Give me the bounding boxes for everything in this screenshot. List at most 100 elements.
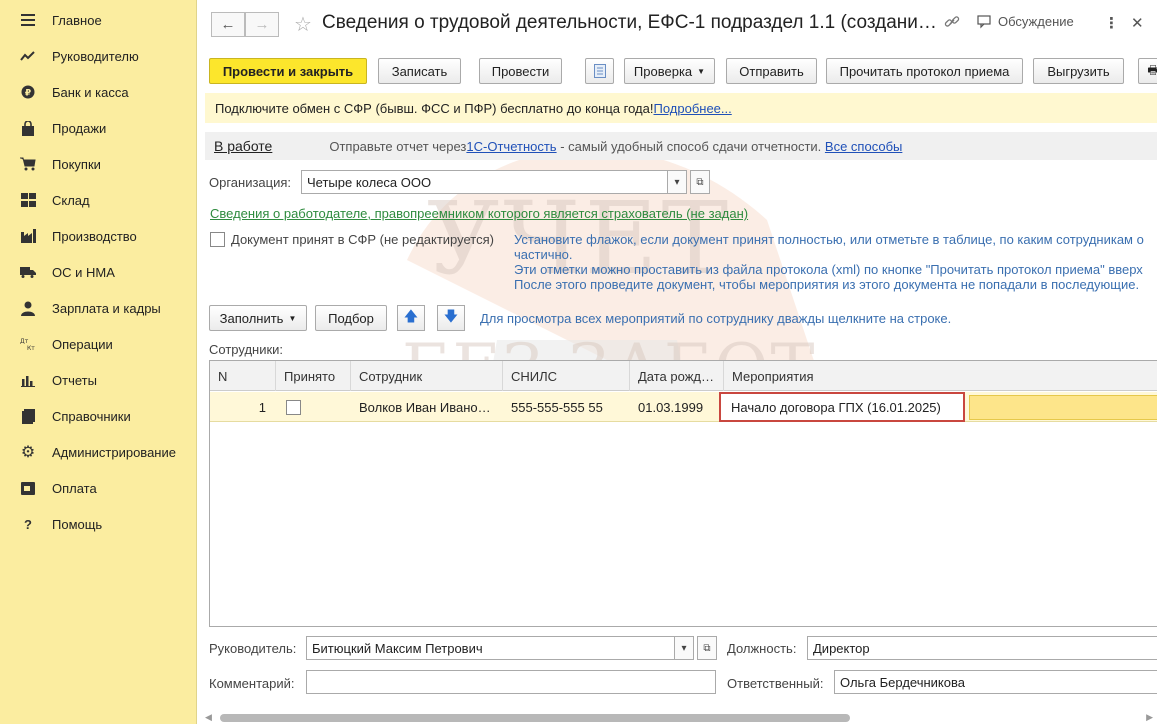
help-icon: ? [24, 516, 32, 532]
arrow-right-icon: → [254, 16, 270, 33]
more-icon[interactable]: ⋮ [1104, 14, 1119, 32]
sidebar-item-purchases[interactable]: Покупки [0, 149, 196, 179]
sidebar-item-main[interactable]: Главное [0, 5, 196, 35]
instruction-line: Установите флажок, если документ принят … [514, 232, 1144, 247]
cell-accepted [276, 392, 351, 422]
employees-table[interactable]: N Принято Сотрудник СНИЛС Дата рожд… Мер… [209, 360, 1157, 627]
sidebar-item-manager[interactable]: Руководителю [0, 41, 196, 71]
head-open-button[interactable]: ⧉ [697, 636, 717, 660]
document-status-link[interactable]: В работе [214, 138, 272, 154]
post-button[interactable]: Провести [479, 58, 562, 84]
comment-field[interactable] [306, 670, 716, 694]
position-label: Должность: [727, 641, 797, 656]
cell-birthdate: 01.03.1999 [638, 399, 704, 415]
forward-button[interactable]: → [245, 12, 279, 37]
scrollbar-thumb[interactable] [220, 714, 850, 722]
cell-employee[interactable]: Волков Иван Ивано… [351, 392, 503, 422]
responsible-field[interactable]: Ольга Бердечникова [834, 670, 1157, 694]
printer-button[interactable]: 🖶 [1138, 58, 1157, 84]
reporting-link[interactable]: 1С-Отчетность [466, 139, 556, 154]
column-header-n[interactable]: N [210, 361, 276, 391]
sidebar-item-bank[interactable]: ₽ Банк и касса [0, 77, 196, 107]
organization-dropdown[interactable]: ▾ [667, 170, 687, 194]
promo-text: Подключите обмен с СФР (бывш. ФСС и ПФР)… [215, 100, 654, 116]
organization-field[interactable]: Четыре колеса ООО [301, 170, 668, 194]
head-label: Руководитель: [209, 641, 297, 656]
close-icon[interactable]: ✕ [1131, 14, 1144, 32]
column-header-birthdate[interactable]: Дата рожд… [630, 361, 724, 391]
cell-event-highlighted[interactable]: Начало договора ГПХ (16.01.2025) [719, 392, 965, 422]
column-header-employee[interactable]: Сотрудник [351, 361, 503, 391]
arrow-up-icon: 🡅 [403, 308, 419, 324]
scroll-left-icon[interactable]: ◀ [205, 712, 212, 723]
chevron-down-icon: ▼ [288, 313, 297, 323]
pick-button[interactable]: Подбор [315, 305, 387, 331]
save-button[interactable]: Записать [378, 58, 461, 84]
employer-info-link[interactable]: Сведения о работодателе, правопреемником… [210, 206, 748, 221]
sidebar-item-label: Отчеты [52, 372, 97, 388]
star-icon[interactable]: ☆ [294, 12, 312, 37]
dt-kt-icon: Дт Кт [19, 335, 37, 353]
read-protocol-button[interactable]: Прочитать протокол приема [826, 58, 1023, 84]
sidebar-item-production[interactable]: Производство [0, 221, 196, 251]
position-field[interactable]: Директор [807, 636, 1157, 660]
sidebar-item-label: Зарплата и кадры [52, 300, 161, 316]
column-header-snils[interactable]: СНИЛС [503, 361, 630, 391]
comment-label: Комментарий: [209, 676, 295, 691]
sidebar-item-help[interactable]: ? Помощь [0, 509, 196, 539]
organization-open-button[interactable]: ⧉ [690, 170, 710, 194]
discussion-button[interactable]: Обсуждение [977, 14, 1074, 29]
link-icon[interactable] [944, 14, 960, 30]
sidebar-item-reports[interactable]: Отчеты [0, 365, 196, 395]
warehouse-icon [19, 191, 37, 209]
move-down-button[interactable]: 🡇 [437, 305, 465, 331]
row-accepted-checkbox[interactable] [286, 399, 301, 415]
check-dropdown-button[interactable]: Проверка ▼ [624, 58, 715, 84]
column-header-accepted[interactable]: Принято [276, 361, 351, 391]
sidebar-item-payment[interactable]: Оплата [0, 473, 196, 503]
horizontal-scrollbar[interactable]: ◀ ▶ [205, 710, 1157, 724]
printer-icon: 🖶 [1147, 62, 1157, 77]
fill-dropdown-button[interactable]: Заполнить ▼ [209, 305, 307, 331]
table-header: N Принято Сотрудник СНИЛС Дата рожд… Мер… [210, 361, 1157, 391]
sidebar-item-references[interactable]: Справочники [0, 401, 196, 431]
sidebar-item-salary[interactable]: Зарплата и кадры [0, 293, 196, 323]
move-up-button[interactable]: 🡅 [397, 305, 425, 331]
responsible-label: Ответственный: [727, 676, 824, 691]
sidebar-item-admin[interactable]: ⚙ Администрирование [0, 437, 196, 467]
chat-icon [977, 14, 991, 28]
sidebar-item-label: Производство [52, 228, 137, 244]
sidebar-item-sales[interactable]: Продажи [0, 113, 196, 143]
event-cell-extension[interactable] [969, 395, 1157, 420]
fill-label: Заполнить [219, 310, 284, 326]
page-title: Сведения о трудовой деятельности, ЕФС-1 … [322, 12, 937, 33]
document-form: УЧЕТ БЕЗ ЗАБОТ ← → ☆ Сведения о трудовой… [197, 0, 1157, 724]
chevron-down-icon: ▾ [674, 176, 680, 188]
sidebar-item-assets[interactable]: ОС и НМА [0, 257, 196, 287]
instruction-line: частично. [514, 247, 573, 262]
scroll-right-icon[interactable]: ▶ [1146, 712, 1153, 723]
status-hint-suffix: - самый удобный способ сдачи отчетности. [556, 138, 825, 154]
print-list-button[interactable] [585, 58, 614, 84]
promo-more-link[interactable]: Подробнее... [653, 101, 731, 116]
instruction-line: Эти отметки можно проставить из файла пр… [514, 262, 1143, 277]
post-and-close-button[interactable]: Провести и закрыть [209, 58, 367, 84]
send-button[interactable]: Отправить [726, 58, 817, 84]
sidebar-item-label: Продажи [52, 120, 107, 136]
organization-label: Организация: [209, 175, 292, 190]
accepted-checkbox[interactable] [210, 232, 225, 247]
sidebar-item-warehouse[interactable]: Склад [0, 185, 196, 215]
column-header-events[interactable]: Мероприятия [724, 361, 1157, 391]
back-button[interactable]: ← [211, 12, 245, 37]
export-button[interactable]: Выгрузить [1033, 58, 1124, 84]
svg-text:Дт: Дт [20, 338, 29, 345]
head-field[interactable]: Битюцкий Максим Петрович [306, 636, 675, 660]
status-bar: В работе Отправьте отчет через 1С-Отчетн… [205, 132, 1157, 160]
arrow-left-icon: ← [220, 16, 236, 33]
promo-banner: Подключите обмен с СФР (бывш. ФСС и ПФР)… [205, 93, 1157, 123]
head-dropdown[interactable]: ▾ [674, 636, 694, 660]
cell-snils: 555-555-555 55 [511, 399, 603, 415]
sidebar-item-operations[interactable]: Дт Кт Операции [0, 329, 196, 359]
all-ways-link[interactable]: Все способы [825, 139, 902, 154]
bar-chart-icon [19, 371, 37, 389]
